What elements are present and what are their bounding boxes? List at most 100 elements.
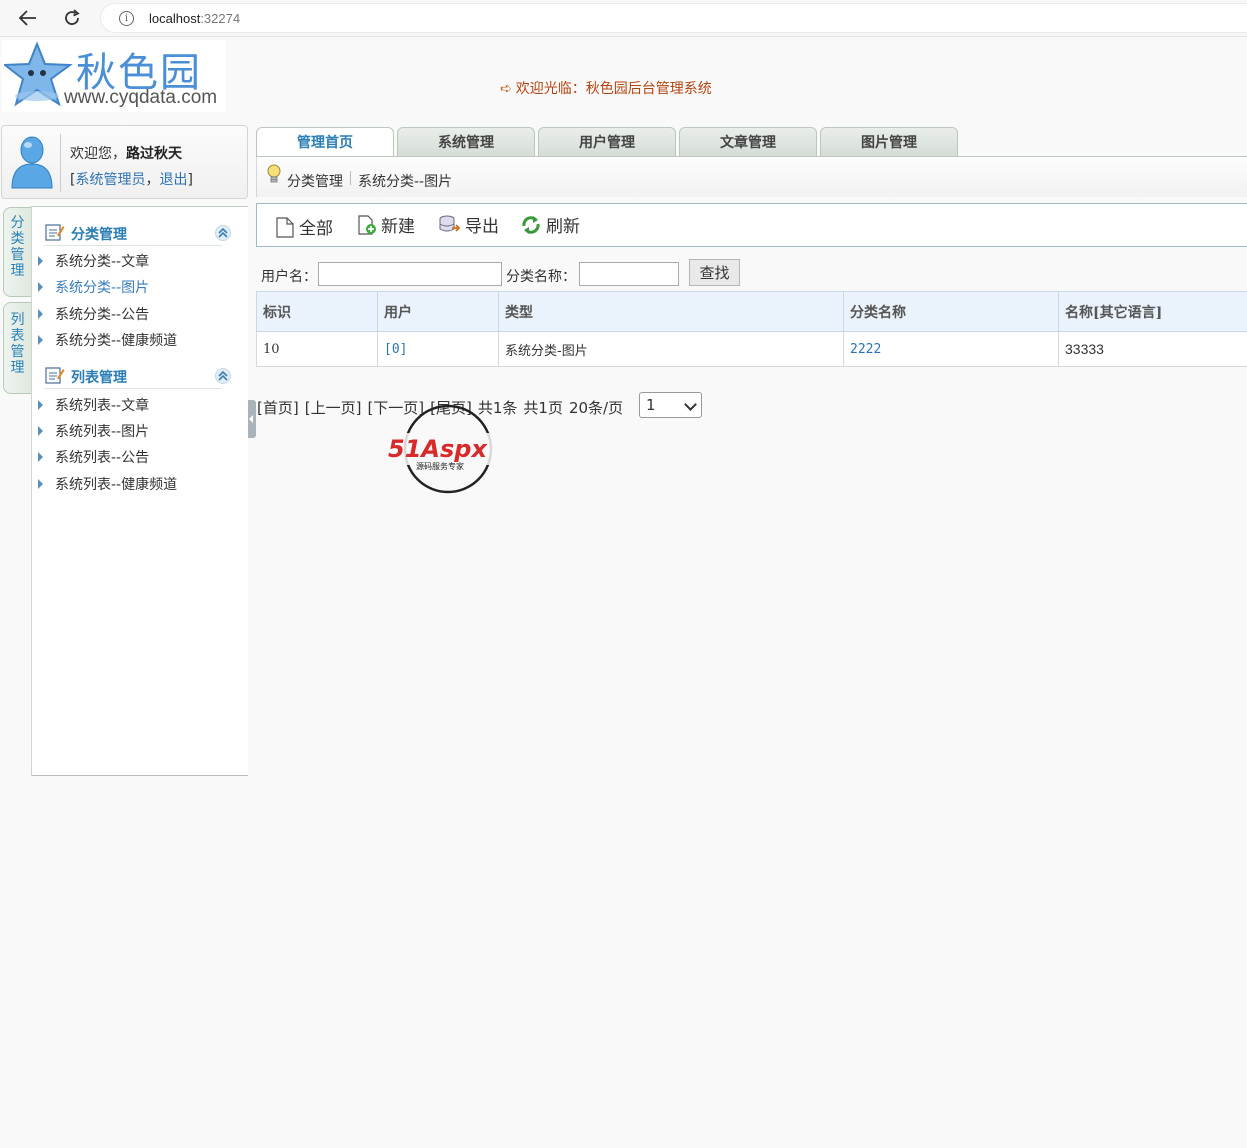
category-name-label: 分类名称： <box>506 269 576 285</box>
export-database-icon <box>439 215 461 232</box>
table-row[interactable]: 10 [0] 系统分类-图片 2222 33333 <box>256 331 1247 367</box>
url-port: :32274 <box>200 11 241 26</box>
sidebar-item-label: 系统分类--公告 <box>55 307 150 323</box>
refresh-label: 刷新 <box>546 217 580 237</box>
category-name-link[interactable]: 2222 <box>850 342 881 357</box>
vtab-char: 表 <box>10 328 25 344</box>
section-title: 分类管理 <box>71 227 127 243</box>
sidebar-item-label: 系统分类--文章 <box>55 254 150 270</box>
cell-user: [0] <box>377 331 499 367</box>
column-header-id[interactable]: 标识 <box>256 291 378 332</box>
user-greeting: 欢迎您，路过秋天 <box>70 143 182 163</box>
triangle-right-icon <box>38 282 43 292</box>
user-divider <box>60 134 61 192</box>
reload-icon[interactable] <box>58 5 86 31</box>
prev-page-link[interactable]: [上一页] <box>305 399 362 417</box>
sidebar-item-list-article[interactable]: 系统列表--文章 <box>38 395 149 415</box>
url-text[interactable]: localhost:32274 <box>149 11 240 26</box>
cell-id: 10 <box>256 331 378 367</box>
triangle-right-icon <box>38 256 43 266</box>
sidebar-item-label: 系统列表--文章 <box>55 398 150 414</box>
first-page-link[interactable]: [首页] <box>257 399 299 417</box>
column-header-category-name[interactable]: 分类名称 <box>843 291 1059 332</box>
url-host: localhost <box>149 11 201 26</box>
cell-category-name: 2222 <box>843 331 1059 367</box>
welcome-banner: ➪ 欢迎光临：秋色园后台管理系统 <box>500 78 712 98</box>
page-select[interactable]: 1 <box>639 392 702 418</box>
breadcrumb: 分类管理 系统分类--图片 <box>256 157 1247 197</box>
arrow-right-icon: ➪ <box>500 81 512 97</box>
triangle-right-icon <box>38 335 43 345</box>
page-select-value: 1 <box>646 396 656 414</box>
page-size: 20条/页 <box>568 399 624 417</box>
all-label: 全部 <box>299 219 333 239</box>
tab-admin-home[interactable]: 管理首页 <box>256 127 394 158</box>
sidebar-item-label: 系统分类--图片 <box>55 280 150 296</box>
search-button[interactable]: 查找 <box>689 259 740 286</box>
vtab-list-management[interactable]: 列 表 管 理 <box>3 302 31 394</box>
browser-toolbar: i localhost:32274 <box>0 0 1247 37</box>
action-toolbar: 全部 新建 导出 刷新 <box>256 203 1247 247</box>
sidebar-item-label: 系统列表--图片 <box>55 424 150 440</box>
data-table: 标识 用户 类型 分类名称 名称[其它语言] 10 [0] 系统分类-图片 22… <box>256 291 1247 367</box>
tab-image-management[interactable]: 图片管理 <box>820 127 958 157</box>
lightbulb-icon <box>267 164 281 183</box>
triangle-right-icon <box>38 426 43 436</box>
sidebar-collapse-handle[interactable] <box>248 400 256 438</box>
collapse-up-icon[interactable] <box>215 225 231 241</box>
table-header-row: 标识 用户 类型 分类名称 名称[其它语言] <box>256 291 1247 332</box>
logo-english-text: www.cyqdata.com <box>64 87 218 108</box>
breadcrumb-category[interactable]: 分类管理 <box>287 171 343 191</box>
breadcrumb-separator <box>350 171 351 185</box>
section-header-list[interactable]: 列表管理 <box>44 363 231 389</box>
export-button[interactable]: 导出 <box>439 212 499 237</box>
column-header-other-language-name[interactable]: 名称[其它语言] <box>1058 291 1247 332</box>
sidebar-item-label: 系统分类--健康频道 <box>55 333 178 349</box>
tab-article-management[interactable]: 文章管理 <box>679 127 817 157</box>
all-button[interactable]: 全部 <box>275 214 333 239</box>
sidebar-item-label: 系统列表--公告 <box>55 450 150 466</box>
sidebar-item-category-health[interactable]: 系统分类--健康频道 <box>38 330 177 350</box>
vtab-category-management[interactable]: 分 类 管 理 <box>3 207 31 297</box>
total-pages: 共1页 <box>523 399 563 417</box>
vtab-char: 管 <box>10 344 25 360</box>
vtab-char: 理 <box>10 263 25 279</box>
cell-type: 系统分类-图片 <box>498 331 844 367</box>
site-logo: 秋色园 www.cyqdata.com <box>2 40 226 112</box>
tab-system-management[interactable]: 系统管理 <box>397 127 535 157</box>
category-name-input[interactable] <box>579 262 679 286</box>
logout-link[interactable]: 退出 <box>159 172 187 188</box>
section-header-category[interactable]: 分类管理 <box>44 220 231 246</box>
back-arrow-icon[interactable] <box>14 5 42 31</box>
column-header-type[interactable]: 类型 <box>498 291 844 332</box>
refresh-button[interactable]: 刷新 <box>520 212 580 237</box>
bracket-close: ] <box>187 172 193 188</box>
admin-role-link[interactable]: 系统管理员 <box>75 172 145 188</box>
sidebar-item-category-article[interactable]: 系统分类--文章 <box>38 251 149 271</box>
edit-note-icon <box>45 367 65 384</box>
address-bar[interactable]: i localhost:32274 <box>100 3 1247 33</box>
sidebar: 分类管理 系统分类--文章 系统分类--图片 系统分类--公告 系统分类--健康… <box>31 206 248 776</box>
export-label: 导出 <box>465 217 499 237</box>
sidebar-item-list-notice[interactable]: 系统列表--公告 <box>38 447 149 467</box>
sidebar-item-category-image[interactable]: 系统分类--图片 <box>38 277 149 297</box>
watermark-logo: 51Aspx 源码服务专家 <box>386 404 516 494</box>
username-input[interactable] <box>318 262 502 286</box>
sidebar-item-list-image[interactable]: 系统列表--图片 <box>38 421 149 441</box>
vtab-char: 类 <box>10 231 25 247</box>
vtab-char: 管 <box>10 247 25 263</box>
add-document-icon <box>358 214 376 235</box>
info-icon[interactable]: i <box>119 11 134 26</box>
sidebar-item-list-health[interactable]: 系统列表--健康频道 <box>38 474 177 494</box>
column-header-user[interactable]: 用户 <box>377 291 499 332</box>
greeting-prefix: 欢迎您， <box>70 146 126 162</box>
section-title: 列表管理 <box>71 370 127 386</box>
collapse-up-icon[interactable] <box>215 368 231 384</box>
welcome-text: 欢迎光临：秋色园后台管理系统 <box>515 81 712 97</box>
comma: ， <box>145 172 160 188</box>
user-link[interactable]: [0] <box>384 342 407 357</box>
sidebar-item-category-notice[interactable]: 系统分类--公告 <box>38 304 149 324</box>
new-button[interactable]: 新建 <box>357 212 415 237</box>
document-icon <box>276 216 294 238</box>
tab-user-management[interactable]: 用户管理 <box>538 127 676 157</box>
